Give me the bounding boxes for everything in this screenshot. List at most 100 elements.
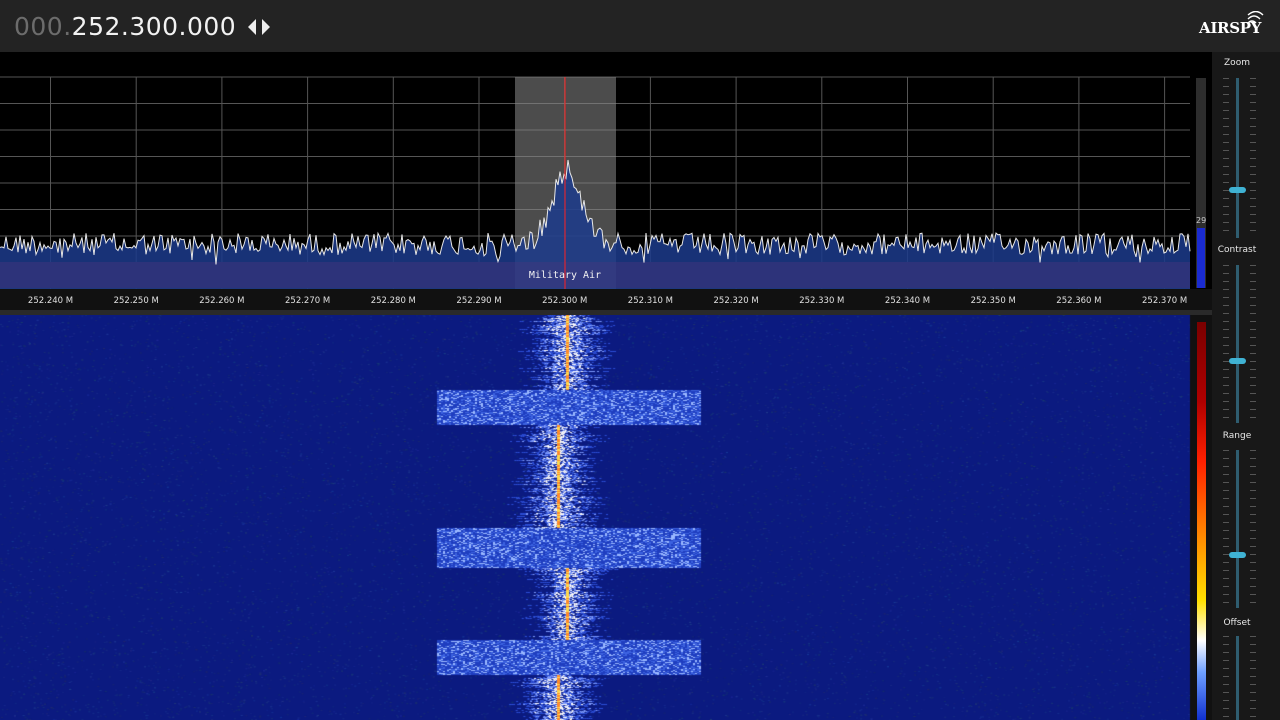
slider-tick — [1250, 281, 1256, 282]
slider-tick — [1250, 644, 1256, 645]
slider-tick — [1223, 297, 1229, 298]
slider-tick — [1223, 498, 1229, 499]
slider-tick — [1250, 450, 1256, 451]
slider-tick — [1223, 652, 1229, 653]
axis-tick-label: 252.290 M — [456, 296, 501, 306]
waterfall-display[interactable] — [0, 315, 1196, 720]
axis-tick-label: 252.250 M — [114, 296, 159, 306]
slider-tick — [1223, 466, 1229, 467]
slider-tick — [1250, 490, 1256, 491]
slider-tick — [1250, 361, 1256, 362]
axis-tick-label: 252.260 M — [199, 296, 244, 306]
slider-tick — [1223, 174, 1229, 175]
slider-tick — [1250, 150, 1256, 151]
slider-tick — [1223, 281, 1229, 282]
signal-level-value: 29 — [1196, 216, 1207, 225]
slider-tick — [1223, 94, 1229, 95]
slider-tick — [1223, 321, 1229, 322]
zoom-slider-thumb[interactable] — [1229, 187, 1246, 193]
slider-tick — [1250, 660, 1256, 661]
slider-tick — [1223, 214, 1229, 215]
axis-strip — [0, 289, 1212, 310]
slider-tick — [1223, 514, 1229, 515]
slider-tick — [1223, 409, 1229, 410]
range-slider-track[interactable] — [1236, 450, 1239, 608]
slider-tick — [1250, 458, 1256, 459]
slider-tick — [1223, 377, 1229, 378]
slider-tick — [1250, 668, 1256, 669]
range-slider-thumb[interactable] — [1229, 552, 1246, 558]
slider-tick — [1250, 321, 1256, 322]
offset-label: Offset — [1223, 618, 1251, 628]
offset-slider-track[interactable] — [1236, 636, 1239, 720]
slider-tick — [1250, 134, 1256, 135]
slider-tick — [1250, 369, 1256, 370]
axis-tick-label: 252.300 M — [542, 296, 587, 306]
slider-tick — [1223, 78, 1229, 79]
slider-tick — [1223, 182, 1229, 183]
slider-tick — [1223, 369, 1229, 370]
slider-tick — [1250, 474, 1256, 475]
slider-tick — [1250, 190, 1256, 191]
slider-tick — [1250, 498, 1256, 499]
axis-tick-label: 252.240 M — [28, 296, 73, 306]
zoom-slider-track[interactable] — [1236, 78, 1239, 238]
slider-tick — [1250, 514, 1256, 515]
zoom-label: Zoom — [1224, 58, 1250, 68]
slider-tick — [1250, 482, 1256, 483]
slider-tick — [1223, 385, 1229, 386]
slider-tick — [1223, 198, 1229, 199]
slider-tick — [1250, 110, 1256, 111]
slider-tick — [1250, 297, 1256, 298]
slider-tick — [1250, 78, 1256, 79]
slider-tick — [1250, 230, 1256, 231]
slider-tick — [1223, 190, 1229, 191]
slider-tick — [1223, 329, 1229, 330]
slider-tick — [1250, 329, 1256, 330]
slider-tick — [1250, 676, 1256, 677]
slider-tick — [1223, 474, 1229, 475]
slider-tick — [1223, 289, 1229, 290]
slider-tick — [1250, 417, 1256, 418]
axis-tick-label: 252.280 M — [371, 296, 416, 306]
frequency-display[interactable]: 000.252.300.000 — [14, 12, 236, 41]
slider-tick — [1223, 353, 1229, 354]
slider-tick — [1223, 708, 1229, 709]
axis-tick-label: 252.340 M — [885, 296, 930, 306]
slider-tick — [1223, 700, 1229, 701]
slider-tick — [1250, 466, 1256, 467]
slider-tick — [1223, 594, 1229, 595]
slider-tick — [1223, 546, 1229, 547]
slider-tick — [1223, 602, 1229, 603]
slider-tick — [1223, 458, 1229, 459]
slider-tick — [1223, 158, 1229, 159]
axis-tick-label: 252.310 M — [628, 296, 673, 306]
slider-tick — [1250, 684, 1256, 685]
slider-tick — [1250, 578, 1256, 579]
slider-tick — [1223, 554, 1229, 555]
slider-tick — [1223, 530, 1229, 531]
top-bar: 000.252.300.000 AIRSPY — [0, 0, 1280, 52]
slider-tick — [1250, 198, 1256, 199]
contrast-slider-track[interactable] — [1236, 265, 1239, 423]
slider-tick — [1223, 684, 1229, 685]
slider-tick — [1250, 377, 1256, 378]
bookmark-label[interactable]: Military Air — [529, 270, 601, 281]
contrast-slider-thumb[interactable] — [1229, 358, 1246, 364]
slider-tick — [1223, 126, 1229, 127]
slider-tick — [1223, 206, 1229, 207]
slider-tick — [1223, 676, 1229, 677]
slider-tick — [1250, 158, 1256, 159]
slider-tick — [1250, 345, 1256, 346]
slider-tick — [1250, 214, 1256, 215]
slider-tick — [1250, 716, 1256, 717]
spectrum-display[interactable]: Military Air 252.240 M 252.250 M 252.260 M… — [0, 52, 1212, 310]
slider-tick — [1223, 305, 1229, 306]
tune-arrows-icon[interactable] — [246, 16, 272, 38]
slider-tick — [1223, 668, 1229, 669]
slider-tick — [1223, 636, 1229, 637]
slider-tick — [1250, 652, 1256, 653]
slider-tick — [1223, 273, 1229, 274]
slider-tick — [1250, 289, 1256, 290]
axis-tick-label: 252.330 M — [799, 296, 844, 306]
